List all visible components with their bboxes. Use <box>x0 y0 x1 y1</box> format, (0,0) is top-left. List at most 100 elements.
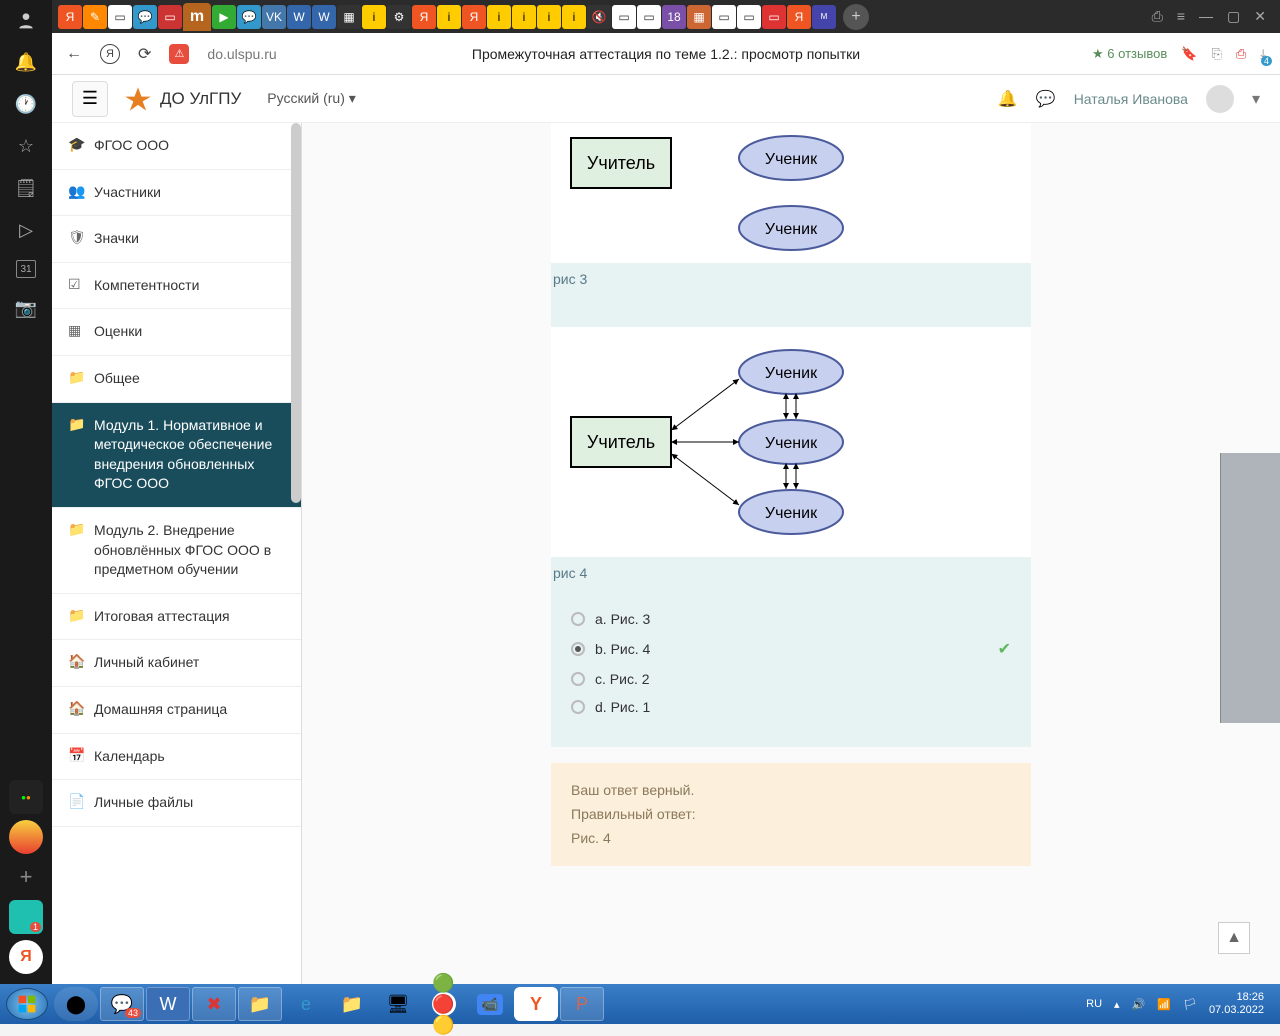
tab-icon[interactable]: ⚙ <box>387 5 411 29</box>
menu-toggle-button[interactable]: ☰ <box>72 81 108 117</box>
url-text[interactable]: do.ulspu.ru <box>207 46 276 62</box>
tab-icon[interactable]: ▭ <box>712 5 736 29</box>
nav-item[interactable]: ☑Компетентности <box>52 263 301 310</box>
answer-option[interactable]: c. Рис. 2 <box>571 665 1011 693</box>
tab-icon[interactable]: Я <box>462 5 486 29</box>
dock-item-2[interactable] <box>9 820 43 854</box>
task-icon[interactable]: 📁 <box>238 987 282 1021</box>
back-button[interactable]: ← <box>66 45 82 63</box>
bookmark-icon[interactable]: 🔖 <box>1181 46 1197 62</box>
task-icon[interactable]: P <box>560 987 604 1021</box>
tab-icon[interactable]: Я <box>787 5 811 29</box>
tray-clock[interactable]: 18:26 07.03.2022 <box>1209 991 1264 1017</box>
tray-icon[interactable]: ≡ <box>1177 8 1185 25</box>
nav-item[interactable]: 🏠Личный кабинет <box>52 640 301 687</box>
nav-item[interactable]: 👥Участники <box>52 170 301 217</box>
tray-icon[interactable]: ⎙ <box>1152 8 1163 25</box>
task-icon[interactable]: Y <box>514 987 558 1021</box>
reload-button[interactable]: ⟳ <box>138 44 151 64</box>
tab-icon[interactable]: M <box>812 5 836 29</box>
bell-icon[interactable]: 🔔 <box>14 50 38 74</box>
task-icon[interactable]: W <box>146 987 190 1021</box>
nav-scrollbar[interactable] <box>291 123 301 503</box>
task-icon[interactable]: 🟢🔴🟡 <box>422 987 466 1021</box>
tab-active-icon[interactable]: m <box>183 3 211 31</box>
tab-icon[interactable]: ▶ <box>212 5 236 29</box>
user-icon[interactable] <box>14 8 38 32</box>
tab-icon[interactable]: W <box>287 5 311 29</box>
nav-item[interactable]: 📁Модуль 1. Нормативное и методическое об… <box>52 403 301 508</box>
star-icon[interactable]: ☆ <box>14 134 38 158</box>
tab-icon[interactable]: Я <box>58 5 82 29</box>
tab-icon[interactable]: i <box>437 5 461 29</box>
new-tab-button[interactable]: + <box>843 4 869 30</box>
tab-icon[interactable]: 18 <box>662 5 686 29</box>
nav-item[interactable]: 📁Итоговая аттестация <box>52 594 301 641</box>
tray-up-icon[interactable]: ▴ <box>1114 998 1120 1011</box>
nav-item[interactable]: 📅Календарь <box>52 734 301 781</box>
dock-add[interactable]: + <box>9 860 43 894</box>
task-icon[interactable]: 🖥 <box>376 987 420 1021</box>
tab-icon[interactable]: 💬 <box>133 5 157 29</box>
task-icon[interactable]: ⬤ <box>54 987 98 1021</box>
tab-icon[interactable]: ▦ <box>337 5 361 29</box>
note-icon[interactable]: 🗒 <box>14 176 38 200</box>
tab-icon[interactable]: ▭ <box>762 5 786 29</box>
extension-icon[interactable]: ⎘ <box>1211 46 1221 62</box>
task-icon[interactable]: 📹 <box>468 987 512 1021</box>
tab-icon[interactable]: ✎ <box>83 5 107 29</box>
dock-item-3[interactable]: 1 <box>9 900 43 934</box>
task-icon[interactable]: ✖ <box>192 987 236 1021</box>
nav-item[interactable]: ▦Оценки <box>52 309 301 356</box>
tab-icon[interactable]: i <box>537 5 561 29</box>
dock-yandex[interactable]: Я <box>9 940 43 974</box>
tray-network-icon[interactable]: 📶 <box>1157 998 1171 1011</box>
tab-icon[interactable]: VK <box>262 5 286 29</box>
tab-icon[interactable]: ▭ <box>612 5 636 29</box>
start-button[interactable] <box>6 988 48 1020</box>
nav-item[interactable]: 📁Модуль 2. Внедрение обновлённых ФГОС ОО… <box>52 508 301 594</box>
tab-icon[interactable]: i <box>562 5 586 29</box>
tab-icon[interactable]: 💬 <box>237 5 261 29</box>
tab-icon[interactable]: i <box>487 5 511 29</box>
calendar-icon[interactable]: 31 <box>16 260 36 278</box>
clock-icon[interactable]: 🕐 <box>14 92 38 116</box>
security-warning-icon[interactable]: ⚠ <box>169 44 189 64</box>
tab-icon[interactable]: i <box>362 5 386 29</box>
minimize-icon[interactable]: — <box>1199 8 1213 25</box>
maximize-icon[interactable]: ▢ <box>1227 8 1240 25</box>
answer-option[interactable]: b. Рис. 4✔ <box>571 633 1011 665</box>
user-menu-caret[interactable]: ▾ <box>1252 89 1260 109</box>
tab-icon[interactable]: W <box>312 5 336 29</box>
answer-option[interactable]: d. Рис. 1 <box>571 693 1011 721</box>
avatar[interactable] <box>1206 85 1234 113</box>
tab-icon[interactable]: ▭ <box>158 5 182 29</box>
tab-icon[interactable]: ▭ <box>737 5 761 29</box>
camera-icon[interactable]: 📷 <box>14 296 38 320</box>
tab-icon[interactable]: ▭ <box>108 5 132 29</box>
language-selector[interactable]: Русский (ru) ▾ <box>267 90 356 107</box>
downloads-icon[interactable]: ⤓4 <box>1260 46 1266 62</box>
tray-volume-icon[interactable]: 🔊 <box>1132 998 1146 1011</box>
task-icon[interactable]: 📁 <box>330 987 374 1021</box>
right-preview-panel[interactable] <box>1220 453 1280 723</box>
tray-flag-icon[interactable]: 🏳 <box>1183 998 1197 1011</box>
nav-item[interactable]: 🛡Значки <box>52 216 301 263</box>
yandex-home-icon[interactable]: Я <box>100 44 120 64</box>
tray-lang[interactable]: RU <box>1086 998 1102 1010</box>
messages-icon[interactable]: 💬 <box>1036 89 1056 109</box>
play-icon[interactable]: ▷ <box>14 218 38 242</box>
pdf-icon[interactable]: ⎙ <box>1236 46 1246 62</box>
moodle-logo[interactable]: ДО УлГПУ <box>124 85 241 113</box>
tab-icon[interactable]: ▭ <box>637 5 661 29</box>
tab-icon[interactable]: i <box>512 5 536 29</box>
tab-icon[interactable]: Я <box>412 5 436 29</box>
reviews-link[interactable]: ★ 6 отзывов <box>1092 46 1167 62</box>
answer-option[interactable]: a. Рис. 3 <box>571 605 1011 633</box>
user-name[interactable]: Наталья Иванова <box>1074 91 1188 107</box>
dock-item-1[interactable]: ●● <box>9 780 43 814</box>
task-icon[interactable]: 💬43 <box>100 987 144 1021</box>
task-icon[interactable]: e <box>284 987 328 1021</box>
scroll-top-button[interactable]: ▲ <box>1218 922 1250 954</box>
nav-item[interactable]: 📄Личные файлы <box>52 780 301 827</box>
